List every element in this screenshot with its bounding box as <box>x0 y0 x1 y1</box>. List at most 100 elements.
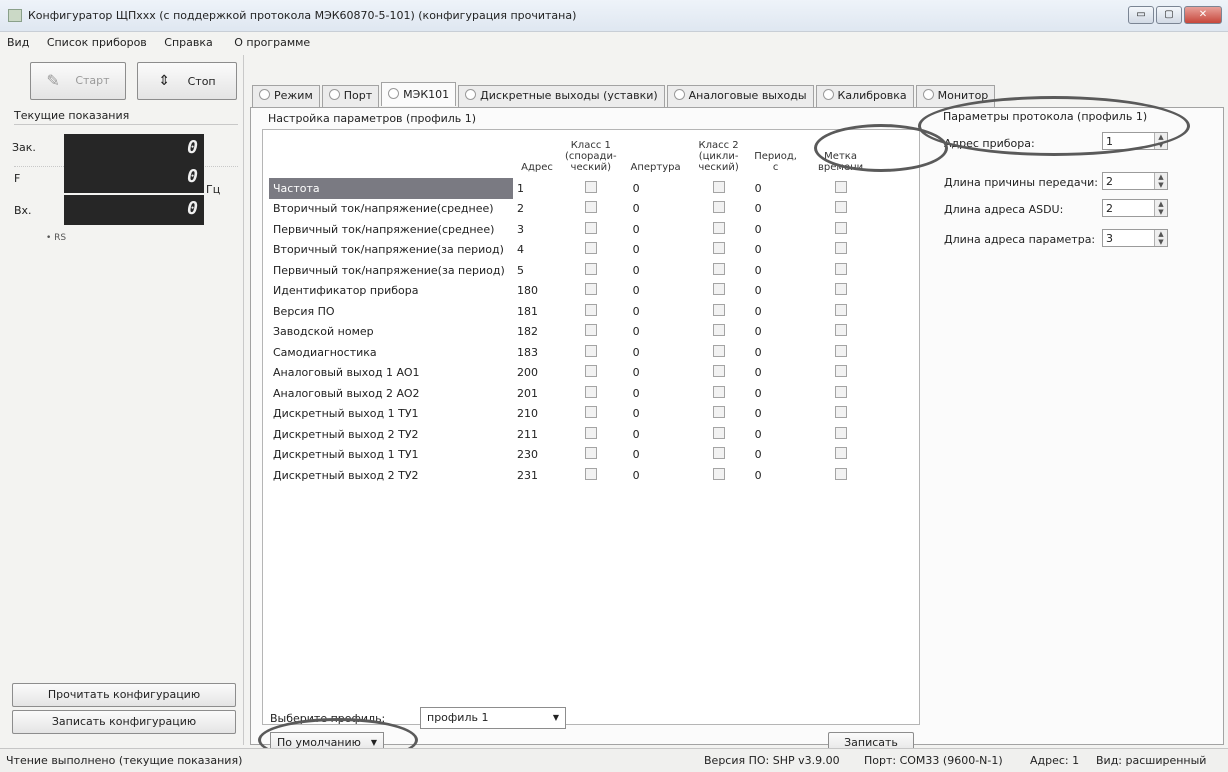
class2-checkbox[interactable] <box>712 303 725 316</box>
class2-checkbox[interactable] <box>712 180 725 193</box>
timestamp-checkbox[interactable] <box>834 180 847 193</box>
timestamp-checkbox[interactable] <box>834 447 847 460</box>
class2-checkbox[interactable] <box>712 242 725 255</box>
menu-view[interactable]: Вид <box>0 33 36 49</box>
minimize-button[interactable]: ▭ <box>1128 6 1154 24</box>
class1-checkbox[interactable] <box>584 406 597 419</box>
class2-checkbox[interactable] <box>712 385 725 398</box>
table-row[interactable]: Аналоговый выход 1 AO1 200 0 0 <box>269 363 877 384</box>
col-address-header: Адрес <box>521 162 553 173</box>
profile-select[interactable]: профиль 1 ▼ <box>420 707 566 729</box>
spinner-arrows-icon[interactable]: ▲ ▼ <box>1154 200 1167 216</box>
timestamp-checkbox[interactable] <box>834 283 847 296</box>
stop-button[interactable]: ⇕ Стоп <box>137 62 237 100</box>
menu-device-list[interactable]: Список приборов <box>40 33 154 49</box>
class2-checkbox[interactable] <box>712 406 725 419</box>
param-name: Дискретный выход 1 ТУ1 <box>273 407 419 421</box>
class1-checkbox[interactable] <box>584 447 597 460</box>
timestamp-checkbox[interactable] <box>834 242 847 255</box>
param-name: Первичный ток/напряжение(среднее) <box>273 222 495 236</box>
write-config-button[interactable]: Записать конфигурацию <box>12 710 236 734</box>
class2-checkbox[interactable] <box>712 324 725 337</box>
class1-checkbox[interactable] <box>584 180 597 193</box>
timestamp-checkbox[interactable] <box>834 221 847 234</box>
table-row[interactable]: Дискретный выход 1 ТУ1 210 0 0 <box>269 404 877 425</box>
maximize-button[interactable]: ▢ <box>1156 6 1182 24</box>
class2-cell <box>691 424 747 445</box>
class1-checkbox[interactable] <box>584 201 597 214</box>
table-row[interactable]: Аналоговый выход 2 AO2 201 0 0 <box>269 383 877 404</box>
timestamp-checkbox[interactable] <box>834 365 847 378</box>
class1-checkbox[interactable] <box>584 303 597 316</box>
table-row[interactable]: Вторичный ток/напряжение(среднее) 2 0 0 <box>269 199 877 220</box>
menu-help[interactable]: Справка <box>157 33 219 49</box>
table-row[interactable]: Версия ПО 181 0 0 <box>269 301 877 322</box>
class2-checkbox[interactable] <box>712 426 725 439</box>
timestamp-checkbox[interactable] <box>834 406 847 419</box>
tab-radio-icon <box>259 89 270 100</box>
param-name: Аналоговый выход 2 AO2 <box>273 386 420 400</box>
class1-checkbox[interactable] <box>584 385 597 398</box>
class2-cell <box>691 178 747 199</box>
class2-checkbox[interactable] <box>712 365 725 378</box>
param-aperture: 0 <box>632 243 640 257</box>
table-row[interactable]: Идентификатор прибора 180 0 0 <box>269 281 877 302</box>
timestamp-checkbox[interactable] <box>834 385 847 398</box>
class1-checkbox[interactable] <box>584 426 597 439</box>
table-row[interactable]: Частота 1 0 0 <box>269 178 877 199</box>
table-row[interactable]: Заводской номер 182 0 0 <box>269 322 877 343</box>
class2-checkbox[interactable] <box>712 447 725 460</box>
tab-port[interactable]: Порт <box>321 85 380 107</box>
class2-checkbox[interactable] <box>712 201 725 214</box>
timestamp-checkbox[interactable] <box>834 344 847 357</box>
class1-checkbox[interactable] <box>584 365 597 378</box>
timestamp-checkbox[interactable] <box>834 467 847 480</box>
timestamp-checkbox[interactable] <box>834 303 847 316</box>
read-config-button[interactable]: Прочитать конфигурацию <box>12 683 236 707</box>
param-address-length-label: Длина адреса параметра: <box>944 233 1096 246</box>
class1-checkbox[interactable] <box>584 344 597 357</box>
class1-checkbox[interactable] <box>584 262 597 275</box>
class2-checkbox[interactable] <box>712 221 725 234</box>
start-button[interactable]: ✎ Старт <box>30 62 126 100</box>
class1-checkbox[interactable] <box>584 467 597 480</box>
tab-iec101[interactable]: МЭК101 <box>381 82 457 106</box>
class2-checkbox[interactable] <box>712 344 725 357</box>
params-table: Адрес Класс 1 (споради-ческий) Апертура К… <box>269 140 877 486</box>
timestamp-checkbox[interactable] <box>834 426 847 439</box>
table-row[interactable]: Дискретный выход 2 ТУ2 231 0 0 <box>269 465 877 486</box>
class2-checkbox[interactable] <box>712 467 725 480</box>
tab-analog-outputs[interactable]: Аналоговые выходы <box>666 85 814 107</box>
class1-cell <box>561 445 621 466</box>
cause-length-spinner[interactable]: 2 ▲ ▼ <box>1102 172 1168 190</box>
table-row[interactable]: Самодиагностика 183 0 0 <box>269 342 877 363</box>
table-row[interactable]: Первичный ток/напряжение(за период) 5 0 0 <box>269 260 877 281</box>
param-period: 0 <box>754 325 762 339</box>
table-row[interactable]: Первичный ток/напряжение(среднее) 3 0 0 <box>269 219 877 240</box>
tab-calibration[interactable]: Калибровка <box>815 85 914 107</box>
close-button[interactable]: ✕ <box>1184 6 1222 24</box>
timestamp-checkbox[interactable] <box>834 201 847 214</box>
class1-checkbox[interactable] <box>584 324 597 337</box>
table-row[interactable]: Дискретный выход 1 ТУ1 230 0 0 <box>269 445 877 466</box>
asdu-length-spinner[interactable]: 2 ▲ ▼ <box>1102 199 1168 217</box>
spinner-arrows-icon[interactable]: ▲ ▼ <box>1154 230 1167 246</box>
class1-checkbox[interactable] <box>584 283 597 296</box>
tab-radio-icon <box>673 89 685 100</box>
param-address-length-spinner[interactable]: 3 ▲ ▼ <box>1102 229 1168 247</box>
timestamp-checkbox[interactable] <box>834 262 847 275</box>
timestamp-checkbox[interactable] <box>834 324 847 337</box>
timestamp-cell <box>805 219 877 240</box>
tab-discrete-outputs[interactable]: Дискретные выходы (уставки) <box>458 85 665 107</box>
class1-checkbox[interactable] <box>584 242 597 255</box>
col-period-header: Период, с <box>754 151 797 173</box>
table-row[interactable]: Дискретный выход 2 ТУ2 211 0 0 <box>269 424 877 445</box>
class1-checkbox[interactable] <box>584 221 597 234</box>
menu-about[interactable]: О программе <box>227 33 317 49</box>
table-row[interactable]: Вторичный ток/напряжение(за период) 4 0 0 <box>269 240 877 261</box>
col-class1-header: Класс 1 (споради-ческий) <box>565 140 617 173</box>
class2-checkbox[interactable] <box>712 283 725 296</box>
class2-checkbox[interactable] <box>712 262 725 275</box>
spinner-arrows-icon[interactable]: ▲ ▼ <box>1154 173 1167 189</box>
tab-mode[interactable]: Режим <box>252 85 320 107</box>
